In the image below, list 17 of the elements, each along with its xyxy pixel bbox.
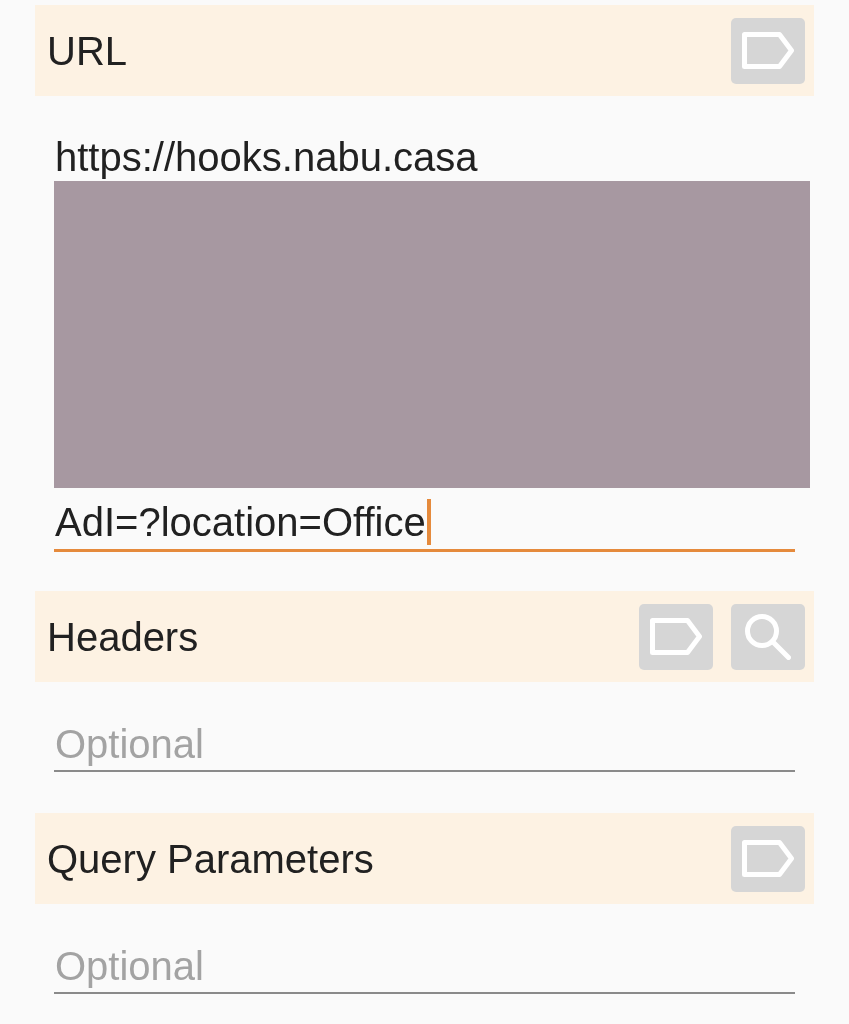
tag-button[interactable] xyxy=(731,825,805,892)
tag-icon xyxy=(742,840,794,877)
section-title: URL xyxy=(47,27,128,74)
tag-button[interactable] xyxy=(731,17,805,84)
search-button[interactable] xyxy=(731,603,805,670)
field-text: https://hooks.nabu.casa xyxy=(54,134,478,180)
search-icon xyxy=(745,613,791,660)
section-title: Query Parameters xyxy=(47,835,374,882)
tag-icon xyxy=(742,32,794,69)
field-text: AdI=?location=Office xyxy=(54,499,426,545)
url-field[interactable]: https://hooks.nabu.casa AdI=?location=Office xyxy=(54,134,810,552)
text-field[interactable]: Optional xyxy=(54,719,795,772)
section-title: Headers xyxy=(47,613,199,660)
text-cursor xyxy=(426,499,431,545)
text-field[interactable]: Optional xyxy=(54,941,795,994)
tag-icon xyxy=(650,618,702,655)
tag-button[interactable] xyxy=(639,603,713,670)
